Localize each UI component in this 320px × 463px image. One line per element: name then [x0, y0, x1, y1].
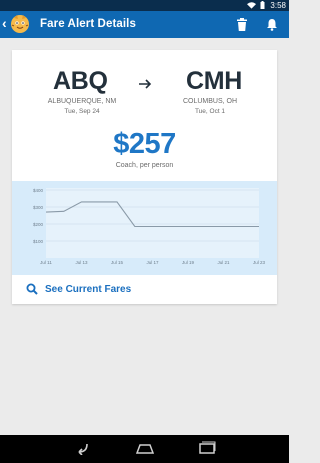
x-tick-label: Jul 13 — [75, 260, 88, 265]
app-logo-icon[interactable] — [9, 13, 31, 35]
fare-note: Coach, per person — [115, 162, 174, 169]
origin-code: ABQ — [53, 67, 108, 95]
action-bar: ‹ Fare Alert Details — [0, 11, 289, 38]
x-tick-label: Jul 15 — [111, 260, 124, 265]
battery-icon — [260, 1, 265, 9]
destination-code: CMH — [186, 67, 243, 95]
back-chevron-icon[interactable]: ‹ — [2, 16, 7, 30]
x-tick-label: Jul 23 — [253, 260, 266, 265]
destination-city: COLUMBUS, OH — [182, 98, 238, 105]
see-current-fares-button[interactable]: See Current Fares — [12, 275, 277, 304]
x-tick-label: Jul 17 — [146, 260, 159, 265]
wifi-icon — [247, 2, 256, 9]
home-nav-icon[interactable] — [136, 441, 154, 455]
page-title: Fare Alert Details — [40, 18, 136, 30]
origin-city: ALBUQUERQUE, NM — [47, 98, 117, 105]
arrow-right-icon — [139, 79, 152, 89]
y-tick-label: $100 — [33, 239, 44, 244]
y-tick-label: $400 — [33, 188, 44, 193]
fare-price: $257 — [113, 128, 176, 160]
status-time: 3:58 — [270, 1, 286, 10]
search-icon — [26, 283, 38, 295]
back-nav-icon[interactable] — [72, 441, 90, 455]
recent-apps-nav-icon[interactable] — [198, 441, 216, 455]
x-tick-label: Jul 19 — [182, 260, 195, 265]
y-tick-label: $200 — [33, 222, 44, 227]
plot-background — [46, 188, 259, 258]
destination-date: Tue, Oct 1 — [194, 108, 226, 115]
trash-icon[interactable] — [236, 18, 248, 31]
x-tick-label: Jul 11 — [40, 260, 52, 265]
fare-history-chart: $400 $300 $200 $100 Jul 11 Jul 13 Jul 15 Jul 17… — [12, 181, 277, 275]
bell-icon[interactable] — [266, 18, 278, 31]
origin-date: Tue, Sep 24 — [64, 108, 100, 115]
nav-bar — [0, 435, 289, 463]
status-bar: 3:58 — [0, 0, 289, 11]
y-tick-label: $300 — [33, 205, 44, 210]
x-tick-label: Jul 21 — [217, 260, 230, 265]
fare-history-svg: $400 $300 $200 $100 Jul 11 Jul 13 Jul 15 Jul 17… — [33, 188, 266, 265]
see-current-fares-label: See Current Fares — [45, 284, 132, 295]
fare-alert-card: ABQ ALBUQUERQUE, NM Tue, Sep 24 CMH COLU… — [12, 50, 277, 304]
